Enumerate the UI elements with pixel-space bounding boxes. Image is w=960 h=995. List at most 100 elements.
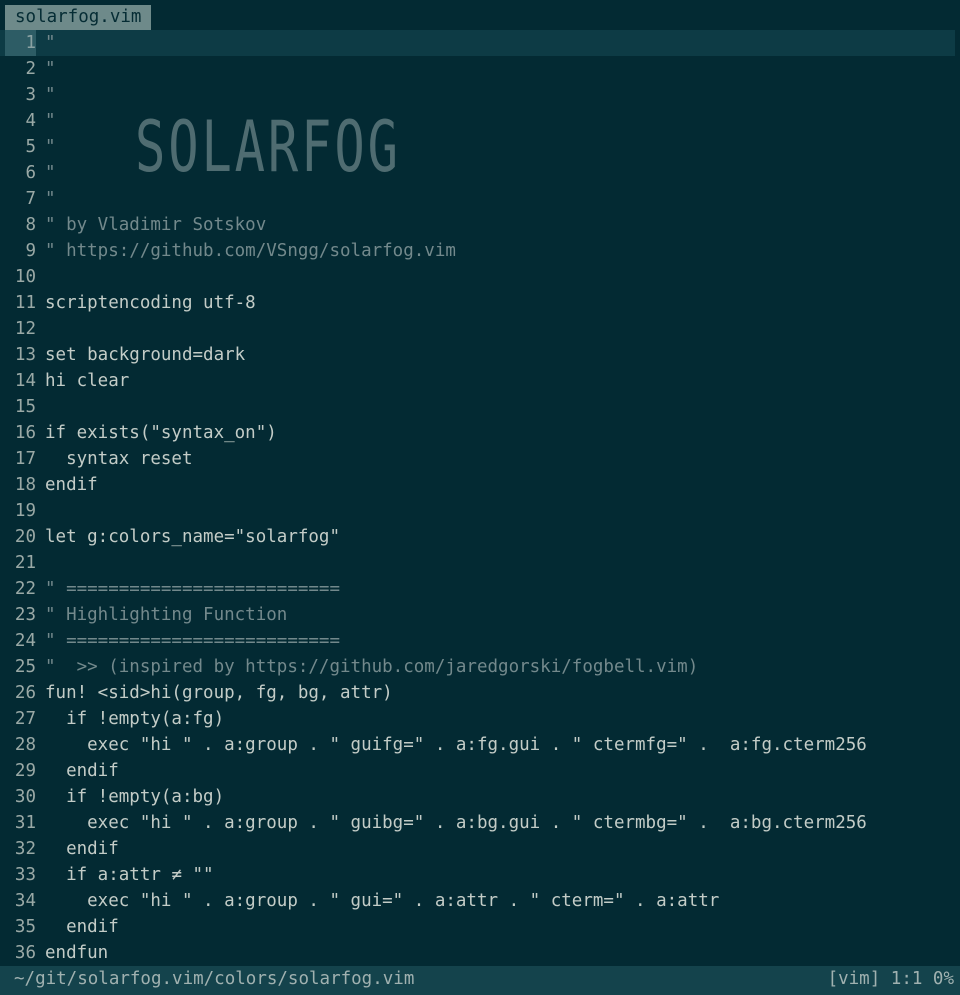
line-text[interactable]: fun! <sid>hi(group, fg, bg, attr) — [45, 680, 393, 706]
code-line[interactable]: 7 " — [0, 186, 960, 212]
line-number: 31 — [14, 813, 36, 833]
line-number: 17 — [14, 449, 36, 469]
line-text[interactable]: " — [45, 82, 56, 108]
line-number: 15 — [14, 397, 36, 417]
line-text[interactable]: " https://github.com/VSngg/solarfog.vim — [45, 238, 456, 264]
code-line[interactable]: 29 endif — [0, 758, 960, 784]
code-line[interactable]: 10 — [0, 264, 960, 290]
line-number: 6 — [25, 163, 36, 183]
line-text[interactable]: " — [45, 56, 56, 82]
line-text[interactable]: set background=dark — [45, 342, 245, 368]
code-line[interactable]: 14 hi clear — [0, 368, 960, 394]
line-number: 35 — [14, 917, 36, 937]
line-number: 23 — [14, 605, 36, 625]
line-number: 33 — [14, 865, 36, 885]
line-number: 34 — [14, 891, 36, 911]
code-line[interactable]: 31 exec "hi " . a:group . " guibg=" . a:… — [0, 810, 960, 836]
code-line[interactable]: 19 — [0, 498, 960, 524]
line-text[interactable]: scriptencoding utf-8 — [45, 290, 256, 316]
line-number: 36 — [14, 943, 36, 963]
code-line[interactable]: 18 endif — [0, 472, 960, 498]
code-line[interactable]: 23 " Highlighting Function — [0, 602, 960, 628]
line-text[interactable]: if a:attr ≠ "" — [45, 862, 214, 888]
solarfog-logo: SOLARFOG — [135, 106, 401, 188]
line-text[interactable]: " Highlighting Function — [45, 602, 287, 628]
line-number: 4 — [25, 111, 36, 131]
line-text[interactable]: let g:colors_name="solarfog" — [45, 524, 340, 550]
code-line[interactable]: 22 " ========================== — [0, 576, 960, 602]
tab-solarfog[interactable]: solarfog.vim — [5, 5, 152, 30]
line-text[interactable]: " — [45, 30, 56, 56]
line-text[interactable]: " — [45, 160, 56, 186]
code-line[interactable]: 28 exec "hi " . a:group . " guifg=" . a:… — [0, 732, 960, 758]
code-line[interactable]: 36 endfun — [0, 940, 960, 966]
code-line[interactable]: 27 if !empty(a:fg) — [0, 706, 960, 732]
code-line[interactable]: 2 " — [0, 56, 960, 82]
line-number: 26 — [14, 683, 36, 703]
line-number: 8 — [25, 215, 36, 235]
code-line[interactable]: 3 " — [0, 82, 960, 108]
line-text[interactable]: " by Vladimir Sotskov — [45, 212, 266, 238]
line-number: 27 — [14, 709, 36, 729]
line-number: 28 — [14, 735, 36, 755]
line-number: 10 — [14, 267, 36, 287]
line-number: 22 — [14, 579, 36, 599]
code-line[interactable]: 12 — [0, 316, 960, 342]
code-line[interactable]: 13 set background=dark — [0, 342, 960, 368]
line-text[interactable]: endif — [45, 758, 119, 784]
line-number: 19 — [14, 501, 36, 521]
code-line[interactable]: 1 " — [0, 30, 955, 56]
line-text[interactable]: " — [45, 186, 56, 212]
line-text[interactable]: if exists("syntax_on") — [45, 420, 277, 446]
code-line[interactable]: 17 syntax reset — [0, 446, 960, 472]
line-text[interactable]: " — [45, 108, 56, 134]
code-line[interactable]: 26 fun! <sid>hi(group, fg, bg, attr) — [0, 680, 960, 706]
line-text[interactable]: endif — [45, 472, 98, 498]
line-number: 32 — [14, 839, 36, 859]
line-text[interactable]: endfun — [45, 940, 108, 966]
line-number: 20 — [14, 527, 36, 547]
line-text[interactable]: if !empty(a:fg) — [45, 706, 224, 732]
line-number: 14 — [14, 371, 36, 391]
line-number: 13 — [14, 345, 36, 365]
code-line[interactable]: 34 exec "hi " . a:group . " gui=" . a:at… — [0, 888, 960, 914]
line-text[interactable]: " ========================== — [45, 576, 340, 602]
line-text[interactable]: " — [45, 134, 56, 160]
cursor-position: [vim] 1:1 0% — [827, 969, 954, 989]
code-line[interactable]: 25 " >> (inspired by https://github.com/j… — [0, 654, 960, 680]
line-number: 29 — [14, 761, 36, 781]
file-path: ~/git/solarfog.vim/colors/solarfog.vim — [14, 969, 415, 989]
line-number: 18 — [14, 475, 36, 495]
line-text[interactable]: exec "hi " . a:group . " gui=" . a:attr … — [45, 888, 719, 914]
line-text[interactable]: " ========================== — [45, 628, 340, 654]
line-text[interactable]: endif — [45, 836, 119, 862]
line-text[interactable]: exec "hi " . a:group . " guifg=" . a:fg.… — [45, 732, 867, 758]
code-line[interactable]: 9 " https://github.com/VSngg/solarfog.vim — [0, 238, 960, 264]
code-line[interactable]: 33 if a:attr ≠ "" — [0, 862, 960, 888]
line-text[interactable]: if !empty(a:bg) — [45, 784, 224, 810]
line-number: 9 — [25, 241, 36, 261]
tabline: solarfog.vim — [0, 0, 960, 30]
code-line[interactable]: 35 endif — [0, 914, 960, 940]
status-line: ~/git/solarfog.vim/colors/solarfog.vim [… — [0, 966, 960, 995]
code-line[interactable]: 15 — [0, 394, 960, 420]
line-number: 5 — [25, 137, 36, 157]
code-line[interactable]: 32 endif — [0, 836, 960, 862]
code-line[interactable]: 11 scriptencoding utf-8 — [0, 290, 960, 316]
line-text[interactable]: " >> (inspired by https://github.com/jar… — [45, 654, 698, 680]
code-line[interactable]: 24 " ========================== — [0, 628, 960, 654]
code-line[interactable]: 21 — [0, 550, 960, 576]
line-text[interactable]: hi clear — [45, 368, 129, 394]
line-text[interactable]: endif — [45, 914, 119, 940]
line-number: 2 — [25, 59, 36, 79]
line-text[interactable]: exec "hi " . a:group . " guibg=" . a:bg.… — [45, 810, 867, 836]
code-line[interactable]: 20 let g:colors_name="solarfog" — [0, 524, 960, 550]
code-line[interactable]: 30 if !empty(a:bg) — [0, 784, 960, 810]
line-number: 16 — [14, 423, 36, 443]
code-line[interactable]: 16 if exists("syntax_on") — [0, 420, 960, 446]
line-number: 21 — [14, 553, 36, 573]
line-text[interactable]: syntax reset — [45, 446, 192, 472]
line-number: 11 — [14, 293, 36, 313]
line-number: 12 — [14, 319, 36, 339]
code-line[interactable]: 8 " by Vladimir Sotskov — [0, 212, 960, 238]
